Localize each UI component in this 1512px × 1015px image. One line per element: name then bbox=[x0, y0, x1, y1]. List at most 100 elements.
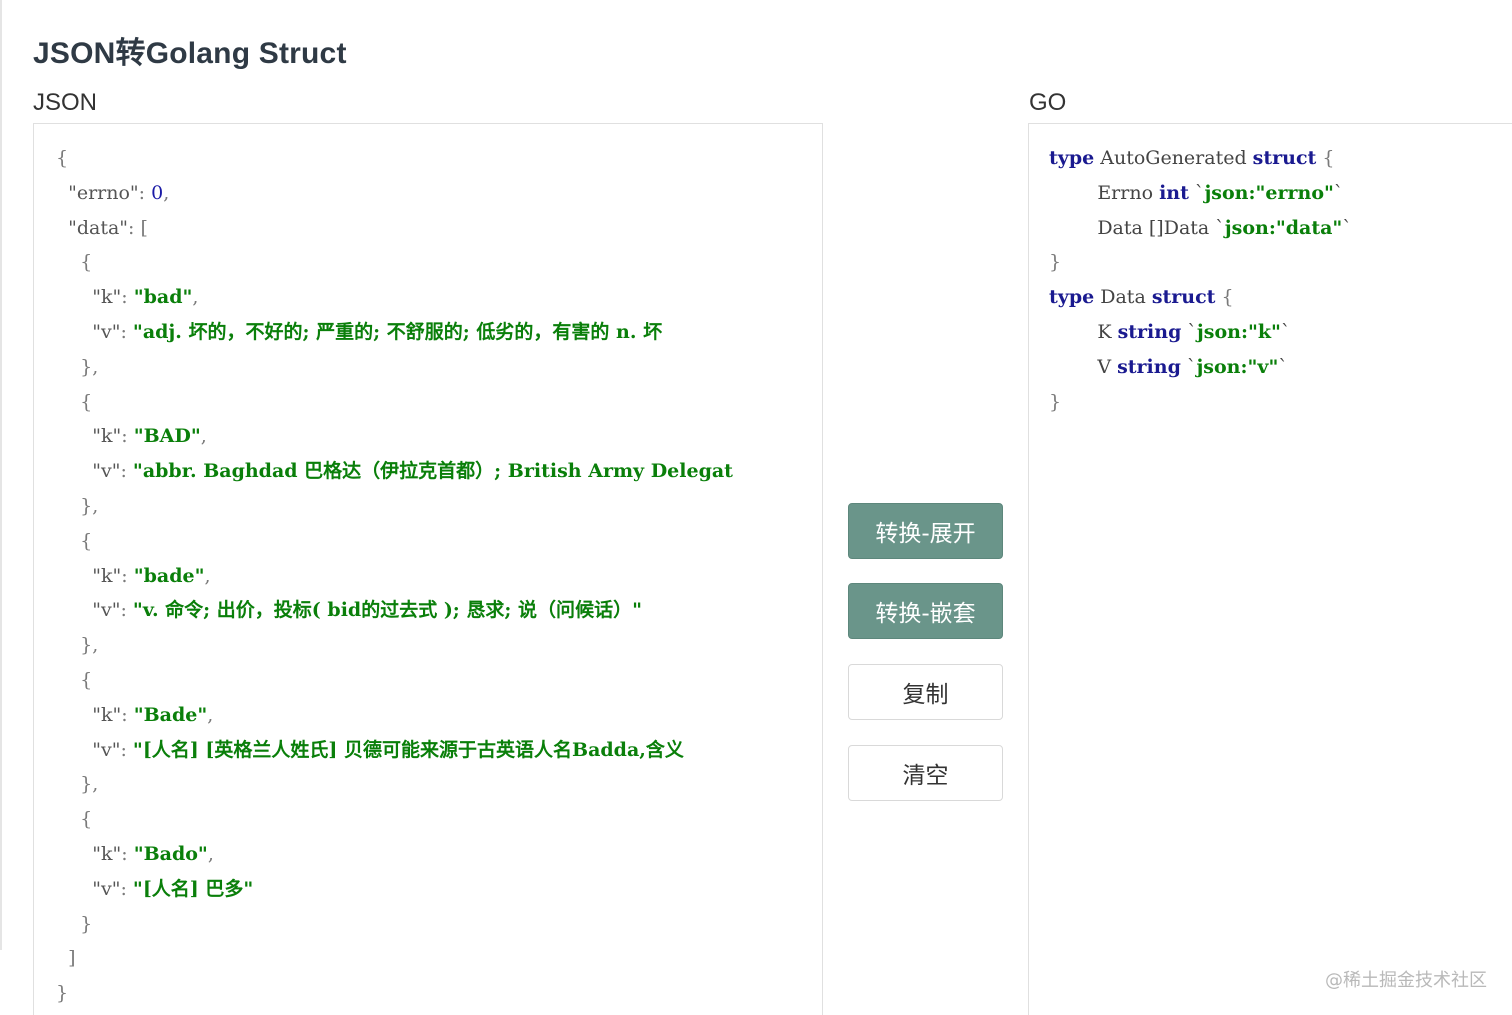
code-token: : bbox=[121, 842, 134, 865]
code-line: } bbox=[1049, 385, 1352, 420]
code-token: { bbox=[1215, 286, 1234, 309]
code-line: "v": "[人名] [英格兰人姓氏] 贝德可能来源于古英语人名Badda,含义 bbox=[56, 733, 733, 768]
clear-button[interactable]: 清空 bbox=[848, 745, 1003, 801]
code-line: "k": "Bado", bbox=[56, 837, 733, 872]
code-line: }, bbox=[56, 767, 733, 802]
code-line: } bbox=[56, 907, 733, 942]
code-token: { bbox=[56, 529, 93, 552]
code-token: json:"errno" bbox=[1204, 181, 1334, 204]
code-token: ` bbox=[1278, 355, 1288, 378]
code-token: int bbox=[1159, 181, 1189, 204]
code-token: } bbox=[56, 982, 69, 1005]
code-line: type Data struct { bbox=[1049, 280, 1352, 315]
code-token: : bbox=[120, 599, 133, 622]
code-token: ] bbox=[56, 947, 76, 970]
code-token: "Bado" bbox=[133, 842, 208, 865]
code-token: : bbox=[120, 877, 133, 900]
code-line: "k": "bade", bbox=[56, 559, 733, 594]
code-token: , bbox=[207, 703, 214, 726]
code-line: "k": "bad", bbox=[56, 280, 733, 315]
code-token: : bbox=[120, 738, 133, 761]
code-line: K string `json:"k"` bbox=[1049, 315, 1352, 350]
code-line: }, bbox=[56, 350, 733, 385]
go-code-content: type AutoGenerated struct { Errno int `j… bbox=[1049, 124, 1352, 419]
json-input-editor[interactable]: { "errno": 0, "data": [ { "k": "bad", "v… bbox=[33, 123, 823, 1015]
code-token: { bbox=[56, 147, 69, 169]
code-token: K bbox=[1049, 320, 1118, 343]
code-token: Data bbox=[1094, 286, 1152, 309]
code-token: "bad" bbox=[133, 286, 193, 309]
code-token: } bbox=[1049, 390, 1062, 413]
code-token: "BAD" bbox=[133, 425, 201, 448]
code-token: "v" bbox=[92, 599, 121, 622]
code-token: { bbox=[56, 668, 93, 691]
code-line: "v": "adj. 坏的，不好的; 严重的; 不舒服的; 低劣的，有害的 n.… bbox=[56, 315, 733, 350]
code-token: "data" bbox=[68, 216, 129, 239]
code-token: "v" bbox=[92, 320, 121, 343]
code-token: json:"k" bbox=[1196, 320, 1281, 343]
code-token: ` bbox=[1333, 181, 1344, 204]
code-line: "v": "abbr. Baghdad 巴格达（伊拉克首都）; British … bbox=[56, 454, 733, 489]
code-token: string bbox=[1117, 320, 1182, 343]
code-token: : bbox=[121, 703, 134, 726]
convert-nested-button[interactable]: 转换-嵌套 bbox=[848, 583, 1003, 639]
code-line: "v": "[人名] 巴多" bbox=[56, 872, 733, 907]
code-token: "Bade" bbox=[133, 703, 208, 726]
code-token: }, bbox=[56, 355, 99, 378]
left-divider bbox=[0, 0, 2, 950]
code-token: { bbox=[56, 390, 93, 413]
code-token: AutoGenerated bbox=[1094, 147, 1253, 169]
code-line: { bbox=[56, 663, 733, 698]
code-token: "v. 命令; 出价，投标( bid的过去式 ); 恳求; 说（问候话）" bbox=[132, 599, 642, 622]
page-title: JSON转Golang Struct bbox=[33, 37, 347, 70]
convert-expand-button[interactable]: 转换-展开 bbox=[848, 503, 1003, 559]
code-line: V string `json:"v"` bbox=[1049, 350, 1352, 385]
code-token: "adj. 坏的，不好的; 严重的; 不舒服的; 低劣的，有害的 n. 坏 bbox=[132, 320, 663, 343]
code-token: "k" bbox=[92, 564, 122, 587]
json-code-content: { "errno": 0, "data": [ { "k": "bad", "v… bbox=[56, 124, 733, 1011]
code-token: : bbox=[121, 286, 134, 309]
code-token: ` bbox=[1280, 320, 1291, 343]
code-token: type bbox=[1049, 147, 1095, 169]
code-token: ` bbox=[1188, 181, 1205, 204]
code-line: Errno int `json:"errno"` bbox=[1049, 176, 1352, 211]
code-line: "k": "BAD", bbox=[56, 419, 733, 454]
go-output-editor[interactable]: type AutoGenerated struct { Errno int `j… bbox=[1028, 123, 1512, 1015]
code-token: , bbox=[204, 564, 211, 587]
code-token: } bbox=[56, 912, 93, 935]
code-token: string bbox=[1117, 355, 1181, 378]
code-token: }, bbox=[56, 773, 99, 796]
code-token: "[人名] [英格兰人姓氏] 贝德可能来源于古英语人名Badda,含义 bbox=[132, 738, 684, 761]
code-token: : bbox=[138, 181, 152, 204]
code-token: "bade" bbox=[133, 564, 205, 587]
code-line: { bbox=[56, 245, 733, 280]
code-token: type bbox=[1049, 286, 1095, 309]
code-token: }, bbox=[56, 494, 99, 517]
code-token: V bbox=[1049, 355, 1118, 378]
code-token: : bbox=[120, 320, 133, 343]
code-token: "v" bbox=[92, 738, 121, 761]
copy-button[interactable]: 复制 bbox=[848, 664, 1003, 720]
code-token: ` bbox=[1180, 355, 1197, 378]
code-token: Data []Data ` bbox=[1049, 216, 1225, 239]
code-token: "errno" bbox=[68, 181, 139, 204]
code-line: "errno": 0, bbox=[56, 176, 733, 211]
code-token: , bbox=[192, 286, 199, 309]
go-section-label: GO bbox=[1029, 89, 1067, 116]
code-token: , bbox=[207, 842, 214, 865]
code-line: ] bbox=[56, 941, 733, 976]
code-line: "data": [ bbox=[56, 211, 733, 246]
code-token: : bbox=[120, 460, 133, 483]
code-line: type AutoGenerated struct { bbox=[1049, 141, 1352, 176]
code-token: "k" bbox=[92, 286, 122, 309]
code-token: 0 bbox=[151, 181, 164, 204]
